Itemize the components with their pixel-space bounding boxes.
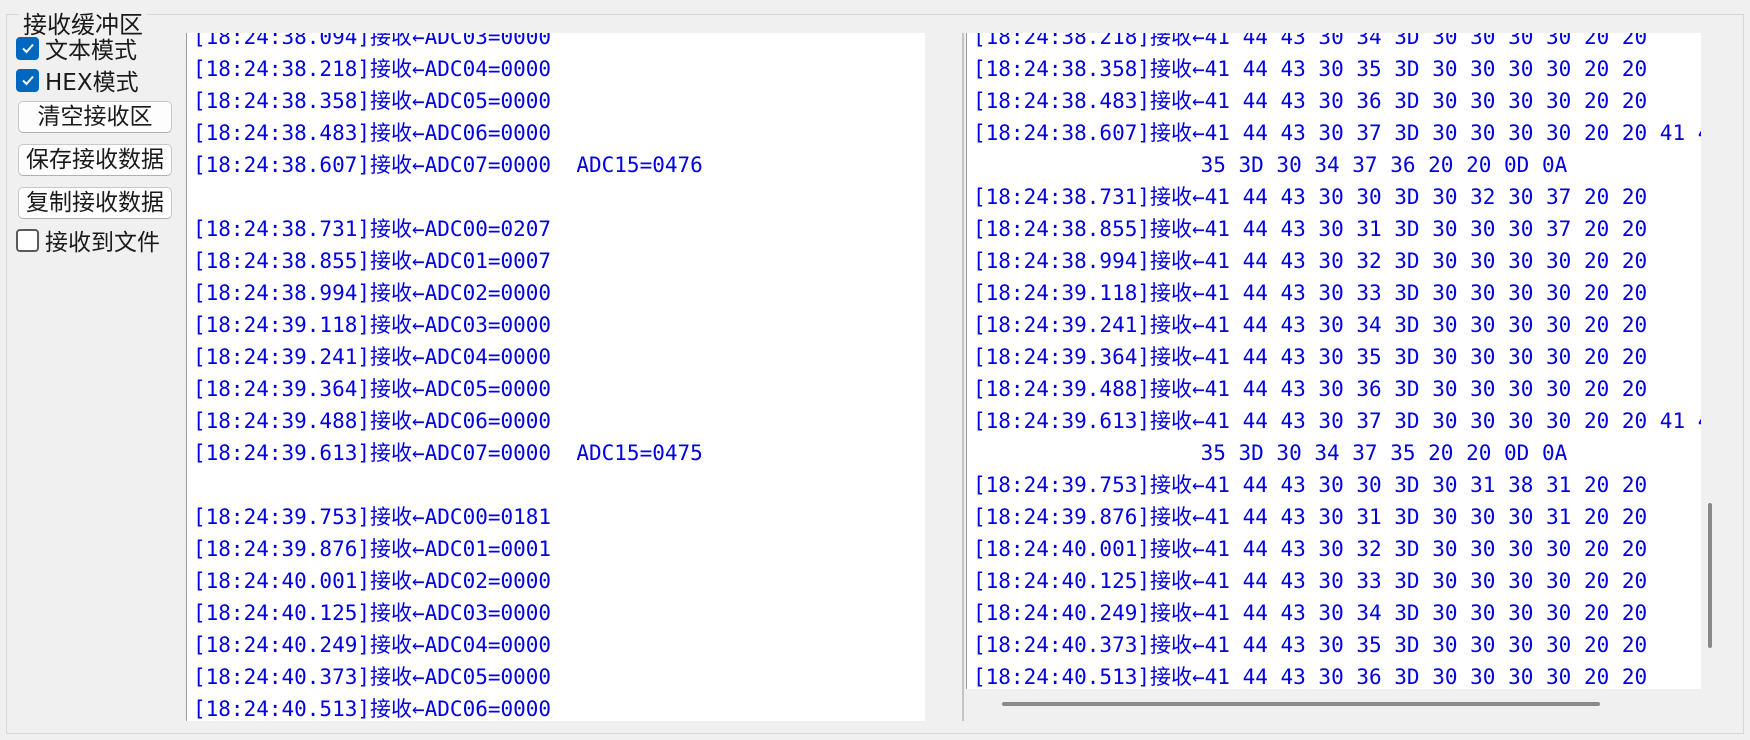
log-line: 35 3D 30 34 37 36 20 20 0D 0A — [973, 153, 1568, 177]
log-line: [18:24:38.358]接收←41 44 43 30 35 3D 30 30… — [973, 57, 1648, 81]
log-line: [18:24:38.094]接收←ADC03=0000 — [193, 33, 552, 49]
save-receive-data-button[interactable]: 保存接收数据 — [18, 144, 172, 176]
log-line: [18:24:38.994]接收←ADC02=0000 — [193, 281, 552, 305]
hex-view-hscroll[interactable] — [1002, 702, 1600, 706]
log-line: [18:24:38.358]接收←ADC05=0000 — [193, 89, 552, 113]
log-line: [18:24:38.731]接收←41 44 43 30 30 3D 30 32… — [973, 185, 1648, 209]
receive-to-file-label: 接收到文件 — [45, 230, 160, 256]
log-line: [18:24:39.753]接收←ADC00=0181 — [193, 505, 552, 529]
log-line: [18:24:39.613]接收←ADC07=0000 ADC15=0475 — [193, 441, 703, 465]
log-line: [18:24:39.613]接收←41 44 43 30 37 3D 30 30… — [973, 409, 1701, 433]
log-line: [18:24:38.731]接收←ADC00=0207 — [193, 217, 552, 241]
receive-to-file-checkbox[interactable]: 接收到文件 — [16, 226, 160, 256]
text-lines: [18:24:38.094]接收←ADC03=0000 [18:24:38.218… — [193, 33, 703, 721]
log-line: [18:24:40.513]接收←ADC06=0000 — [193, 697, 552, 721]
text-mode-label: 文本模式 — [45, 38, 137, 64]
log-line: [18:24:38.855]接收←41 44 43 30 31 3D 30 30… — [973, 217, 1648, 241]
log-line: [18:24:39.118]接收←41 44 43 30 33 3D 30 30… — [973, 281, 1648, 305]
hex-view-vscroll[interactable] — [1708, 503, 1712, 648]
log-line: [18:24:39.753]接收←41 44 43 30 30 3D 30 31… — [973, 473, 1648, 497]
log-line: [18:24:40.513]接收←41 44 43 30 36 3D 30 30… — [973, 665, 1648, 689]
log-line: [18:24:40.249]接收←41 44 43 30 34 3D 30 30… — [973, 601, 1648, 625]
log-line: [18:24:38.218]接收←ADC04=0000 — [193, 57, 552, 81]
log-line: [18:24:40.125]接收←41 44 43 30 33 3D 30 30… — [973, 569, 1648, 593]
log-line: [18:24:38.607]接收←ADC07=0000 ADC15=0476 — [193, 153, 703, 177]
pane-divider[interactable] — [962, 33, 964, 721]
log-line: [18:24:38.483]接收←41 44 43 30 36 3D 30 30… — [973, 89, 1648, 113]
log-line: [18:24:39.876]接收←41 44 43 30 31 3D 30 30… — [973, 505, 1648, 529]
log-line: [18:24:39.241]接收←41 44 43 30 34 3D 30 30… — [973, 313, 1648, 337]
log-line: [18:24:39.364]接收←ADC05=0000 — [193, 377, 552, 401]
log-line: [18:24:38.483]接收←ADC06=0000 — [193, 121, 552, 145]
hex-lines: [18:24:38.218]接收←41 44 43 30 34 3D 30 30… — [973, 33, 1701, 689]
log-line: 35 3D 30 34 37 35 20 20 0D 0A — [973, 441, 1568, 465]
log-line: [18:24:40.373]接收←ADC05=0000 — [193, 665, 552, 689]
log-line: [18:24:39.876]接收←ADC01=0001 — [193, 537, 552, 561]
log-line: [18:24:39.118]接收←ADC03=0000 — [193, 313, 552, 337]
log-line: [18:24:40.001]接收←41 44 43 30 32 3D 30 30… — [973, 537, 1648, 561]
log-line: [18:24:38.855]接收←ADC01=0007 — [193, 249, 552, 273]
log-line: [18:24:40.249]接收←ADC04=0000 — [193, 633, 552, 657]
clear-receive-button[interactable]: 清空接收区 — [18, 101, 172, 133]
log-line: [18:24:39.364]接收←41 44 43 30 35 3D 30 30… — [973, 345, 1648, 369]
log-line: [18:24:38.607]接收←41 44 43 30 37 3D 30 30… — [973, 121, 1701, 145]
hex-mode-label: HEX模式 — [45, 70, 139, 96]
log-line: [18:24:40.001]接收←ADC02=0000 — [193, 569, 552, 593]
checkmark-icon — [16, 68, 39, 92]
checkbox-box-icon — [16, 228, 39, 252]
log-line: [18:24:39.241]接收←ADC04=0000 — [193, 345, 552, 369]
text-receive-view[interactable]: [18:24:38.094]接收←ADC03=0000 [18:24:38.218… — [186, 33, 925, 721]
hex-receive-view[interactable]: [18:24:38.218]接收←41 44 43 30 34 3D 30 30… — [966, 33, 1701, 689]
log-line: [18:24:39.488]接收←ADC06=0000 — [193, 409, 552, 433]
log-line: [18:24:38.218]接收←41 44 43 30 34 3D 30 30… — [973, 33, 1648, 49]
log-line: [18:24:38.994]接收←41 44 43 30 32 3D 30 30… — [973, 249, 1648, 273]
log-line: [18:24:40.125]接收←ADC03=0000 — [193, 601, 552, 625]
copy-receive-data-button[interactable]: 复制接收数据 — [18, 187, 172, 219]
checkmark-icon — [16, 36, 39, 60]
hex-mode-checkbox[interactable]: HEX模式 — [16, 66, 139, 96]
log-line: [18:24:39.488]接收←41 44 43 30 36 3D 30 30… — [973, 377, 1648, 401]
log-line: [18:24:40.373]接收←41 44 43 30 35 3D 30 30… — [973, 633, 1648, 657]
text-mode-checkbox[interactable]: 文本模式 — [16, 34, 137, 64]
